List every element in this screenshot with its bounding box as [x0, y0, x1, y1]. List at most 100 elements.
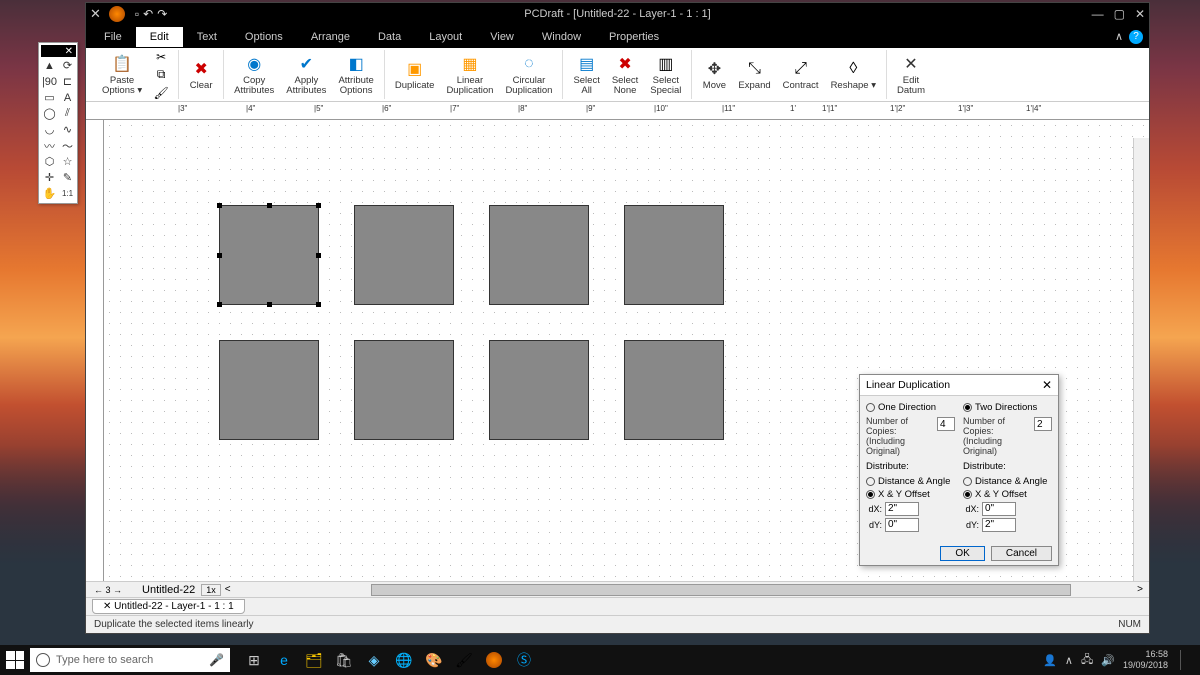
doc-close-icon[interactable]: ✕ — [90, 6, 101, 22]
doc-tab[interactable]: Untitled-22 — [142, 584, 195, 596]
tool-angle[interactable]: |90 — [41, 74, 58, 89]
menu-properties[interactable]: Properties — [595, 27, 673, 47]
paste-button[interactable]: 📋 Paste Options ▾ — [98, 51, 146, 99]
radio-distance-angle-right[interactable]: Distance & Angle — [963, 476, 1052, 487]
tool-rotate[interactable]: ⟳ — [59, 58, 76, 73]
rect-shape[interactable] — [489, 205, 589, 305]
radio-xy-offset-right[interactable]: X & Y Offset — [963, 489, 1052, 500]
task-view-icon[interactable]: ⊞ — [244, 650, 264, 670]
radio-two-directions[interactable]: Two Directions — [963, 402, 1052, 413]
mic-icon[interactable]: 🎤 — [209, 653, 224, 667]
linear-duplication-button[interactable]: ▦ Linear Duplication — [442, 51, 497, 99]
notifications-icon[interactable] — [1180, 650, 1194, 670]
people-icon[interactable]: 👤 — [1043, 654, 1057, 667]
scrollbar-horizontal[interactable]: ← 3 → Untitled-22 1x < > — [86, 581, 1149, 597]
pcdraft-taskbar-icon[interactable] — [484, 650, 504, 670]
tool-pointer[interactable]: ▲ — [41, 58, 58, 73]
dx-right-input[interactable] — [982, 502, 1016, 516]
qa-undo-icon[interactable]: ↶ — [143, 7, 153, 21]
rect-shape[interactable] — [219, 205, 319, 305]
cancel-button[interactable]: Cancel — [991, 546, 1052, 561]
format-painter-icon[interactable]: 🖌 — [152, 85, 170, 101]
menu-window[interactable]: Window — [528, 27, 595, 47]
menu-layout[interactable]: Layout — [415, 27, 476, 47]
tool-rect[interactable]: ▭ — [41, 90, 58, 105]
copy-attributes-button[interactable]: ◉ Copy Attributes — [230, 51, 278, 99]
radio-distance-angle-left[interactable]: Distance & Angle — [866, 476, 955, 487]
clock[interactable]: 16:58 19/09/2018 — [1123, 649, 1168, 671]
qa-save-icon[interactable]: ▫ — [135, 7, 139, 21]
chrome-icon[interactable]: 🌐 — [394, 650, 414, 670]
network-icon[interactable]: 🖧 — [1081, 651, 1093, 670]
cut-icon[interactable]: ✂ — [152, 49, 170, 65]
minimize-icon[interactable]: — — [1092, 7, 1104, 21]
tool-hand[interactable]: ✋ — [41, 186, 58, 201]
tool-eyedropper[interactable]: ✎ — [59, 170, 76, 185]
tool-parallel[interactable]: ⫽ — [59, 106, 76, 121]
copies-right-input[interactable] — [1034, 417, 1052, 431]
edit-datum-button[interactable]: ✕ Edit Datum — [893, 51, 929, 99]
tool-marker[interactable]: ✛ — [41, 170, 58, 185]
scrollbar-vertical[interactable] — [1133, 138, 1149, 581]
select-all-button[interactable]: ▤ Select All — [569, 51, 603, 99]
store-icon[interactable]: 🛍 — [334, 650, 354, 670]
expand-button[interactable]: ⤡ Expand — [734, 56, 774, 93]
tray-chevron-icon[interactable]: ∧ — [1065, 654, 1073, 667]
tool-text[interactable]: A — [59, 90, 76, 105]
tool-measure[interactable]: ⊏ — [59, 74, 76, 89]
tool-freehand[interactable]: ∿ — [59, 122, 76, 137]
volume-icon[interactable]: 🔊 — [1101, 654, 1115, 667]
tool-ellipse[interactable]: ◯ — [41, 106, 58, 121]
radio-xy-offset-left[interactable]: X & Y Offset — [866, 489, 955, 500]
paint2-icon[interactable]: 🖌 — [454, 650, 474, 670]
edge-icon[interactable]: e — [274, 650, 294, 670]
collapse-ribbon-icon[interactable]: ∧ — [1115, 30, 1123, 43]
dy-left-input[interactable] — [885, 518, 919, 532]
tool-arc[interactable]: ◡ — [41, 122, 58, 137]
menu-text[interactable]: Text — [183, 27, 231, 47]
menu-edit[interactable]: Edit — [136, 27, 183, 47]
dx-left-input[interactable] — [885, 502, 919, 516]
select-special-button[interactable]: ▥ Select Special — [646, 51, 685, 99]
skype-icon[interactable]: Ⓢ — [514, 650, 534, 670]
tool-zoom11[interactable]: 1:1 — [59, 186, 76, 201]
contract-button[interactable]: ⤢ Contract — [779, 56, 823, 93]
drawing-canvas[interactable]: Linear Duplication ✕ One Direction — [104, 120, 1149, 581]
close-icon[interactable]: ✕ — [1135, 7, 1145, 21]
select-none-button[interactable]: ✖ Select None — [608, 51, 642, 99]
paint-icon[interactable]: 🎨 — [424, 650, 444, 670]
rect-shape[interactable] — [354, 205, 454, 305]
rect-shape[interactable] — [624, 205, 724, 305]
taskbar-search[interactable]: Type here to search 🎤 — [30, 648, 230, 672]
tool-spline[interactable]: 〜 — [59, 138, 76, 153]
tool-polygon[interactable]: ⬡ — [41, 154, 58, 169]
apply-attributes-button[interactable]: ✔ Apply Attributes — [282, 51, 330, 99]
tool-star[interactable]: ☆ — [59, 154, 76, 169]
clear-button[interactable]: ✖ Clear — [185, 56, 217, 93]
copies-left-input[interactable] — [937, 417, 955, 431]
rect-shape[interactable] — [219, 340, 319, 440]
ok-button[interactable]: OK — [940, 546, 984, 561]
menu-arrange[interactable]: Arrange — [297, 27, 364, 47]
app-icon[interactable]: ◈ — [364, 650, 384, 670]
dy-right-input[interactable] — [982, 518, 1016, 532]
dialog-close-icon[interactable]: ✕ — [1042, 378, 1052, 392]
layer-tab[interactable]: ✕ Untitled-22 - Layer-1 - 1 : 1 — [92, 599, 245, 614]
move-button[interactable]: ✥ Move — [698, 56, 730, 93]
duplicate-button[interactable]: ▣ Duplicate — [391, 56, 439, 93]
menu-view[interactable]: View — [476, 27, 528, 47]
attribute-options-button[interactable]: ◧ Attribute Options — [334, 51, 377, 99]
zoom-indicator[interactable]: 1x — [201, 584, 221, 596]
tool-curve[interactable]: 〰 — [41, 138, 58, 153]
circular-duplication-button[interactable]: ◌ Circular Duplication — [501, 51, 556, 99]
palette-close[interactable]: ✕ — [41, 45, 76, 57]
qa-redo-icon[interactable]: ↷ — [157, 7, 167, 21]
menu-data[interactable]: Data — [364, 27, 415, 47]
menu-file[interactable]: File — [90, 27, 136, 47]
reshape-button[interactable]: ◊ Reshape ▾ — [827, 56, 880, 93]
maximize-icon[interactable]: ▢ — [1114, 7, 1125, 21]
rect-shape[interactable] — [354, 340, 454, 440]
help-icon[interactable]: ? — [1129, 30, 1143, 44]
rect-shape[interactable] — [489, 340, 589, 440]
rect-shape[interactable] — [624, 340, 724, 440]
